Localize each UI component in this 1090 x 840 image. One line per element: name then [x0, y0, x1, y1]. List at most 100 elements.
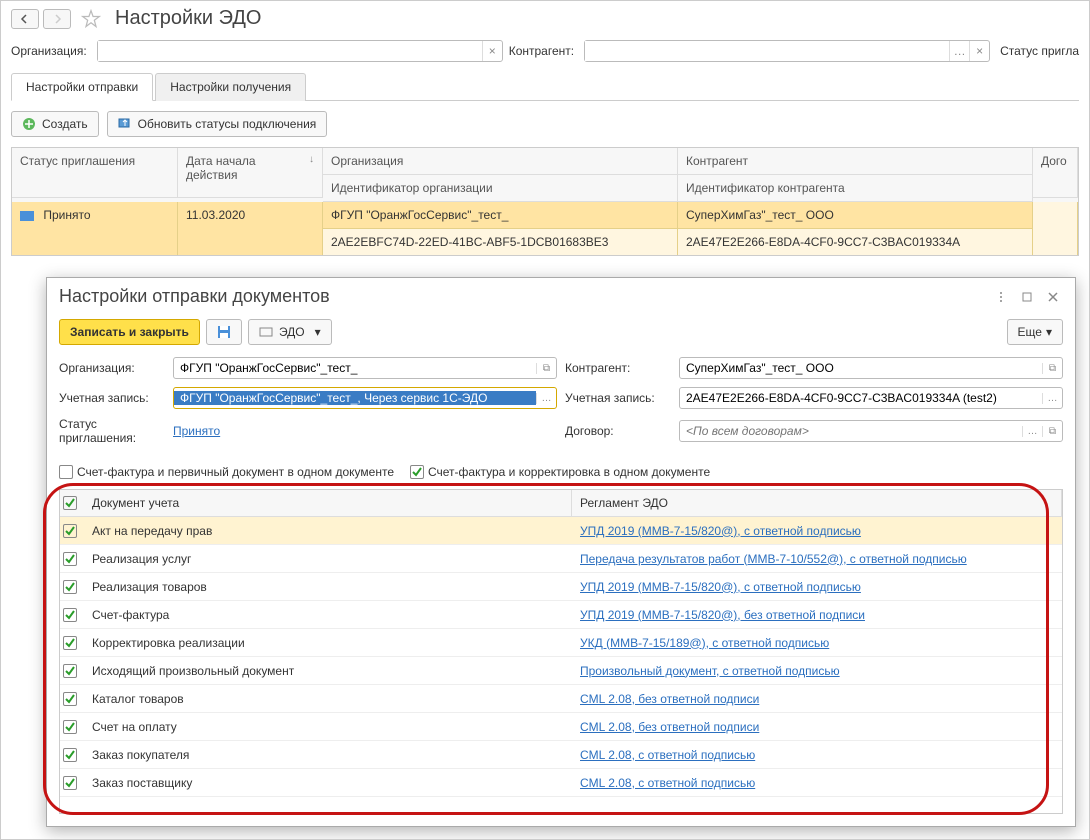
reg-link[interactable]: УКД (ММВ-7-15/189@), с ответной подписью: [580, 636, 829, 650]
edo-dropdown[interactable]: ЭДО ▾: [248, 319, 332, 345]
docs-row-check[interactable]: [60, 608, 84, 622]
open-icon[interactable]: ⧉: [1042, 426, 1062, 437]
docs-row[interactable]: Исходящий произвольный документПроизволь…: [60, 657, 1062, 685]
docs-table: Документ учета Регламент ЭДО Акт на пере…: [59, 489, 1063, 814]
docs-row-reg: Произвольный документ, с ответной подпис…: [572, 660, 1062, 682]
td-counterparty[interactable]: СуперХимГаз"_тест_ ООО: [678, 202, 1033, 228]
reg-link[interactable]: CML 2.08, без ответной подписи: [580, 692, 759, 706]
checkbox-checked-icon: [63, 664, 77, 678]
reg-link[interactable]: Произвольный документ, с ответной подпис…: [580, 664, 840, 678]
docs-row-check[interactable]: [60, 692, 84, 706]
td-org[interactable]: ФГУП "ОранжГосСервис"_тест_: [323, 202, 678, 228]
counterparty-filter-label: Контрагент:: [509, 44, 574, 58]
docs-row-check[interactable]: [60, 776, 84, 790]
popup-menu-icon[interactable]: [991, 288, 1011, 306]
more-button[interactable]: Еще ▾: [1007, 319, 1063, 345]
docs-row[interactable]: Акт на передачу правУПД 2019 (ММВ-7-15/8…: [60, 517, 1062, 545]
edo-label: ЭДО: [279, 325, 305, 339]
checkbox-checked-icon: [63, 692, 77, 706]
docs-row[interactable]: Заказ покупателяCML 2.08, с ответной под…: [60, 741, 1062, 769]
docs-header-name[interactable]: Документ учета: [84, 490, 572, 516]
check-all-icon: [63, 496, 77, 510]
reg-link[interactable]: УПД 2019 (ММВ-7-15/820@), с ответной под…: [580, 580, 861, 594]
checkbox-checked-icon: [410, 465, 424, 479]
checkbox-checked-icon: [63, 580, 77, 594]
form-counterparty-field[interactable]: ⧉: [679, 357, 1063, 379]
td-counterparty-id[interactable]: 2AE47E2E266-E8DA-4CF0-9CC7-C3BAC019334A: [678, 228, 1033, 255]
popup-close-icon[interactable]: [1043, 288, 1063, 306]
docs-row[interactable]: Каталог товаровCML 2.08, без ответной по…: [60, 685, 1062, 713]
form-contract-field[interactable]: … ⧉: [679, 420, 1063, 442]
docs-row-reg: УКД (ММВ-7-15/189@), с ответной подписью: [572, 632, 1062, 654]
docs-row-reg: УПД 2019 (ММВ-7-15/820@), с ответной под…: [572, 520, 1062, 542]
docs-row-reg: CML 2.08, без ответной подписи: [572, 688, 1062, 710]
docs-row-check[interactable]: [60, 580, 84, 594]
plus-icon: [22, 117, 36, 131]
docs-row-check[interactable]: [60, 636, 84, 650]
write-close-button[interactable]: Записать и закрыть: [59, 319, 200, 345]
dots-icon[interactable]: …: [1022, 426, 1042, 437]
save-button[interactable]: [206, 319, 242, 345]
docs-row[interactable]: Заказ поставщикуCML 2.08, с ответной под…: [60, 769, 1062, 797]
chevron-down-icon: ▾: [1046, 325, 1052, 339]
th-counterparty-id[interactable]: Идентификатор контрагента: [678, 175, 1033, 202]
reg-link[interactable]: CML 2.08, без ответной подписи: [580, 720, 759, 734]
chevron-down-icon: ▾: [315, 325, 321, 339]
th-date[interactable]: Дата начала действия ↓: [178, 148, 323, 198]
td-org-id[interactable]: 2AE2EBFC74D-22ED-41BC-ABF5-1DCB01683BE3: [323, 228, 678, 255]
docs-row-check[interactable]: [60, 748, 84, 762]
th-counterparty[interactable]: Контрагент: [678, 148, 1033, 175]
form-account2-field[interactable]: …: [679, 387, 1063, 409]
reg-link[interactable]: УПД 2019 (ММВ-7-15/820@), с ответной под…: [580, 524, 861, 538]
more-label: Еще: [1018, 325, 1042, 339]
form-account2-label: Учетная запись:: [565, 391, 673, 405]
org-filter-clear[interactable]: ×: [482, 41, 502, 61]
favorite-star-icon[interactable]: [81, 9, 101, 29]
reg-link[interactable]: УПД 2019 (ММВ-7-15/820@), без ответной п…: [580, 608, 865, 622]
nav-back-button[interactable]: [11, 9, 39, 29]
refresh-status-button[interactable]: Обновить статусы подключения: [107, 111, 328, 137]
reg-link[interactable]: CML 2.08, с ответной подписью: [580, 776, 755, 790]
org-filter-input[interactable]: ×: [97, 40, 503, 62]
docs-row-check[interactable]: [60, 552, 84, 566]
checkbox-invoice-primary[interactable]: Счет-фактура и первичный документ в одно…: [59, 465, 394, 479]
open-icon[interactable]: ⧉: [536, 363, 556, 374]
reg-link[interactable]: CML 2.08, с ответной подписью: [580, 748, 755, 762]
form-org-field[interactable]: ⧉: [173, 357, 557, 379]
th-contract[interactable]: Дого: [1033, 148, 1078, 198]
docs-row[interactable]: Реализация услугПередача результатов раб…: [60, 545, 1062, 573]
counterparty-filter-clear[interactable]: ×: [969, 41, 989, 61]
checkbox-invoice-correction[interactable]: Счет-фактура и корректировка в одном док…: [410, 465, 710, 479]
create-button[interactable]: Создать: [11, 111, 99, 137]
form-account-field[interactable]: …: [173, 387, 557, 409]
open-icon[interactable]: ⧉: [1042, 363, 1062, 374]
docs-row-check[interactable]: [60, 720, 84, 734]
docs-row[interactable]: Реализация товаровУПД 2019 (ММВ-7-15/820…: [60, 573, 1062, 601]
form-status-link[interactable]: Принято: [173, 424, 220, 438]
td-date[interactable]: 11.03.2020: [178, 202, 323, 255]
th-status[interactable]: Статус приглашения: [12, 148, 178, 198]
th-date-label: Дата начала действия: [186, 154, 309, 191]
td-contract[interactable]: [1033, 202, 1078, 255]
docs-row-reg: CML 2.08, без ответной подписи: [572, 716, 1062, 738]
docs-row[interactable]: Счет на оплатуCML 2.08, без ответной под…: [60, 713, 1062, 741]
reg-link[interactable]: Передача результатов работ (ММВ-7-10/552…: [580, 552, 967, 566]
tab-send[interactable]: Настройки отправки: [11, 73, 153, 101]
docs-row-check[interactable]: [60, 664, 84, 678]
counterparty-filter-input[interactable]: … ×: [584, 40, 990, 62]
dots-icon[interactable]: …: [536, 393, 556, 404]
nav-forward-button[interactable]: [43, 9, 71, 29]
td-status[interactable]: Принято: [12, 202, 178, 255]
docs-header-check[interactable]: [60, 490, 84, 516]
docs-row[interactable]: Корректировка реализацииУКД (ММВ-7-15/18…: [60, 629, 1062, 657]
docs-row-check[interactable]: [60, 524, 84, 538]
th-org[interactable]: Организация: [323, 148, 678, 175]
tab-receive[interactable]: Настройки получения: [155, 73, 306, 101]
docs-header-reg[interactable]: Регламент ЭДО: [572, 490, 1062, 516]
th-org-id[interactable]: Идентификатор организации: [323, 175, 678, 202]
dots-icon[interactable]: …: [1042, 393, 1062, 404]
checkbox-checked-icon: [63, 552, 77, 566]
counterparty-filter-dots[interactable]: …: [949, 41, 969, 61]
docs-row[interactable]: Счет-фактураУПД 2019 (ММВ-7-15/820@), бе…: [60, 601, 1062, 629]
popup-maximize-icon[interactable]: [1017, 288, 1037, 306]
